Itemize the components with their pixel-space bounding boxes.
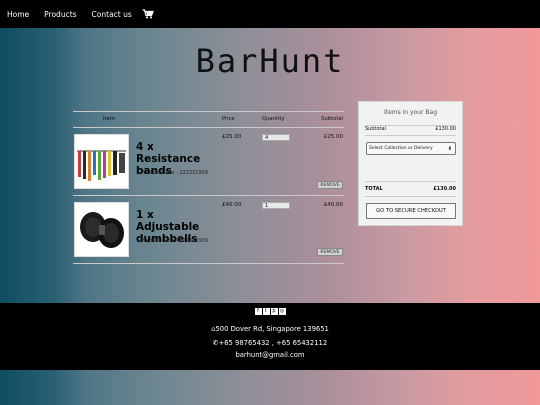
header-quantity: Quantity xyxy=(262,116,285,122)
phone-text: +65 98765432 , +65 65432112 xyxy=(218,339,328,347)
header-price: Price xyxy=(222,116,235,122)
bag-total-label: TOTAL xyxy=(365,186,383,192)
divider xyxy=(365,135,456,136)
cart-row: 1 x Adjustable dumbbells Product Code - … xyxy=(73,196,344,264)
bag-title: Items in your Bag xyxy=(365,102,456,126)
header-item: Item xyxy=(103,116,115,122)
address-line: ⌂500 Dover Rd, Singapore 139651 xyxy=(0,325,540,333)
top-navbar: Home Products Contact us xyxy=(0,0,540,28)
email-text[interactable]: barhunt@gmail.com xyxy=(0,351,540,359)
resistance-bands-image[interactable] xyxy=(74,134,129,189)
brand-logo-title[interactable]: BarHunt xyxy=(0,42,540,80)
nav-contact-link[interactable]: Contact us xyxy=(92,10,132,19)
shopping-cart-icon[interactable] xyxy=(142,9,154,19)
delivery-select[interactable]: Select Collection or Delivery ⬍ xyxy=(366,142,456,155)
bag-subtotal-line: Subtotal £130.00 xyxy=(365,126,456,132)
bag-subtotal-label: Subtotal xyxy=(365,126,386,132)
quantity-input[interactable]: 4 xyxy=(262,134,290,141)
delivery-select-value: Select Collection or Delivery xyxy=(369,146,433,151)
nav-products-link[interactable]: Products xyxy=(44,10,76,19)
chevron-down-icon: ⬍ xyxy=(447,146,452,152)
bag-total-value: £130.00 xyxy=(433,186,456,192)
product-code: Product Code - 222321939 xyxy=(141,170,208,176)
cart-table-header: Item Price Quantity Subtotal xyxy=(73,111,344,128)
divider xyxy=(365,196,456,197)
divider xyxy=(365,181,456,182)
twitter-icon[interactable]: t xyxy=(262,308,270,315)
secure-checkout-button[interactable]: GO TO SECURE CHECKOUT xyxy=(366,203,456,219)
phone-line: ✆+65 98765432 , +65 65432112 xyxy=(0,339,540,347)
row-subtotal: £40.00 xyxy=(323,202,343,208)
product-code: Product Code - 222321939 xyxy=(141,238,208,244)
instagram-icon[interactable]: ◎ xyxy=(278,308,286,315)
product-price: £25.00 xyxy=(222,134,242,140)
product-price: £40.00 xyxy=(222,202,242,208)
remove-button[interactable]: REMOVE xyxy=(317,248,343,256)
bag-subtotal-value: £130.00 xyxy=(435,126,456,132)
remove-button[interactable]: REMOVE xyxy=(317,181,343,189)
quantity-input[interactable]: 1 xyxy=(262,202,290,209)
cart-row: 4 x Resistance bands Product Code - 2223… xyxy=(73,128,344,196)
social-links: f t p ◎ xyxy=(0,308,540,315)
pinterest-icon[interactable]: p xyxy=(270,308,278,315)
address-text: 500 Dover Rd, Singapore 139651 xyxy=(215,325,329,333)
nav-home-link[interactable]: Home xyxy=(7,10,29,19)
facebook-icon[interactable]: f xyxy=(254,308,262,315)
row-subtotal: £25.00 xyxy=(323,134,343,140)
dumbbells-image[interactable] xyxy=(74,202,129,257)
bag-summary-panel: Items in your Bag Subtotal £130.00 Selec… xyxy=(358,101,463,226)
header-subtotal: Subtotal xyxy=(321,116,343,122)
site-footer: f t p ◎ ⌂500 Dover Rd, Singapore 139651 … xyxy=(0,303,540,370)
cart-table: Item Price Quantity Subtotal 4 x Resista… xyxy=(73,111,344,264)
bag-total-line: TOTAL £130.00 xyxy=(365,186,456,192)
